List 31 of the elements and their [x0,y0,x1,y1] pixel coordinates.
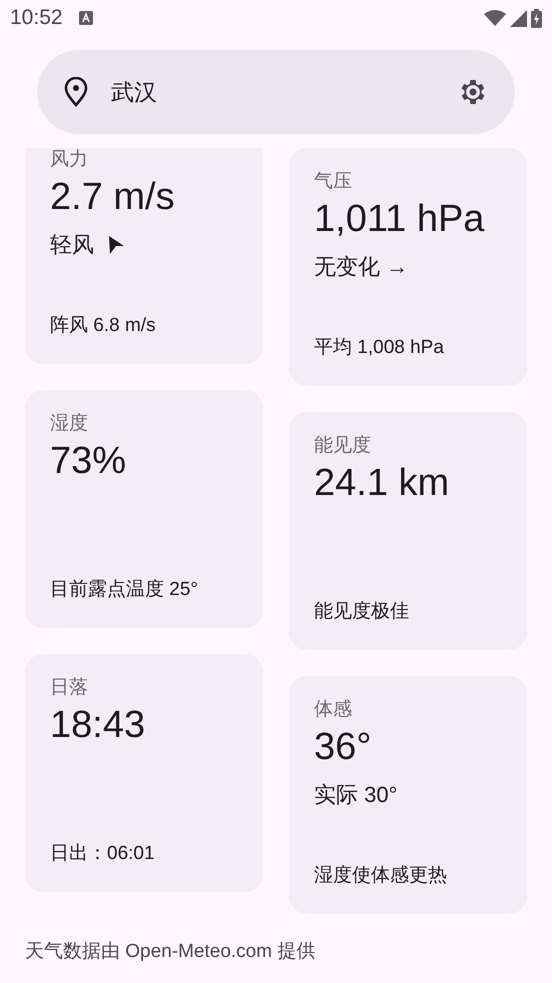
card-value: 24.1 km [314,460,450,506]
location-pin-icon [63,77,89,107]
card-footer-text: 日出：06:01 [50,842,156,866]
card-value: 2.7 m/s [50,174,176,220]
battery-icon [531,8,542,28]
card-detail: 无变化 → [314,253,408,282]
card-value: 18:43 [50,702,146,748]
status-time: 10:52 [10,5,63,32]
card-title: 风力 [50,148,89,172]
card-footer-text: 湿度使体感更热 [314,864,448,888]
signal-icon [510,10,527,26]
card-value: 36° [314,724,372,770]
card-title: 湿度 [50,412,89,436]
card-title: 体感 [314,698,353,722]
card-value: 1,011 hPa [314,196,486,242]
card-title: 气压 [314,170,353,194]
card-footer-text: 阵风 6.8 m/s [50,314,157,338]
keyboard-notification-icon [78,11,93,25]
location-text: 武汉 [111,78,157,107]
card-footer-text: 能见度极佳 [314,600,410,624]
wind-direction-icon [108,236,124,254]
card-detail: 轻风 [50,231,94,260]
card-footer-text: 目前露点温度 25° [50,578,200,602]
card-title: 能见度 [314,434,372,458]
search-bar[interactable]: 武汉 [37,50,515,134]
attribution-text: 天气数据由 Open-Meteo.com 提供 [24,940,316,964]
card-title: 日落 [50,676,89,700]
wifi-icon [484,10,506,26]
card-detail: 实际 30° [314,781,398,810]
card-footer-text: 平均 1,008 hPa [314,336,445,360]
card-value: 73% [50,438,128,484]
